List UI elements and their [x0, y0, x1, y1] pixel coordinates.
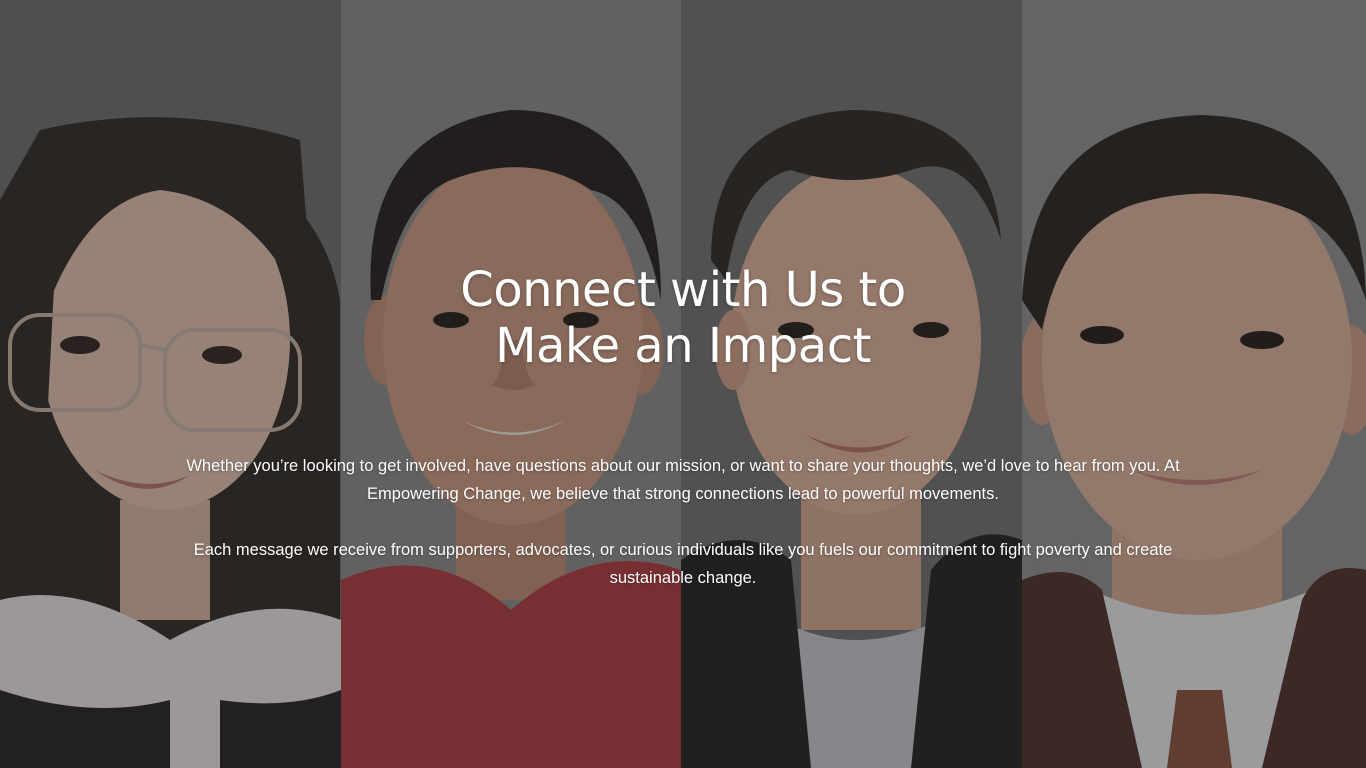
page-title-line-2: Make an Impact	[495, 318, 871, 374]
commitment-paragraph: Each message we receive from supporters,…	[193, 541, 1173, 587]
contact-hero-section: Connect with Us to Make an Impact Whethe…	[0, 0, 1366, 768]
intro-paragraph: Whether you’re looking to get involved, …	[186, 457, 1180, 503]
page-title-line-1: Connect with Us to	[460, 262, 906, 318]
page-title: Connect with Us to Make an Impact	[0, 262, 1366, 374]
hero-content: Connect with Us to Make an Impact Whethe…	[0, 0, 1366, 768]
